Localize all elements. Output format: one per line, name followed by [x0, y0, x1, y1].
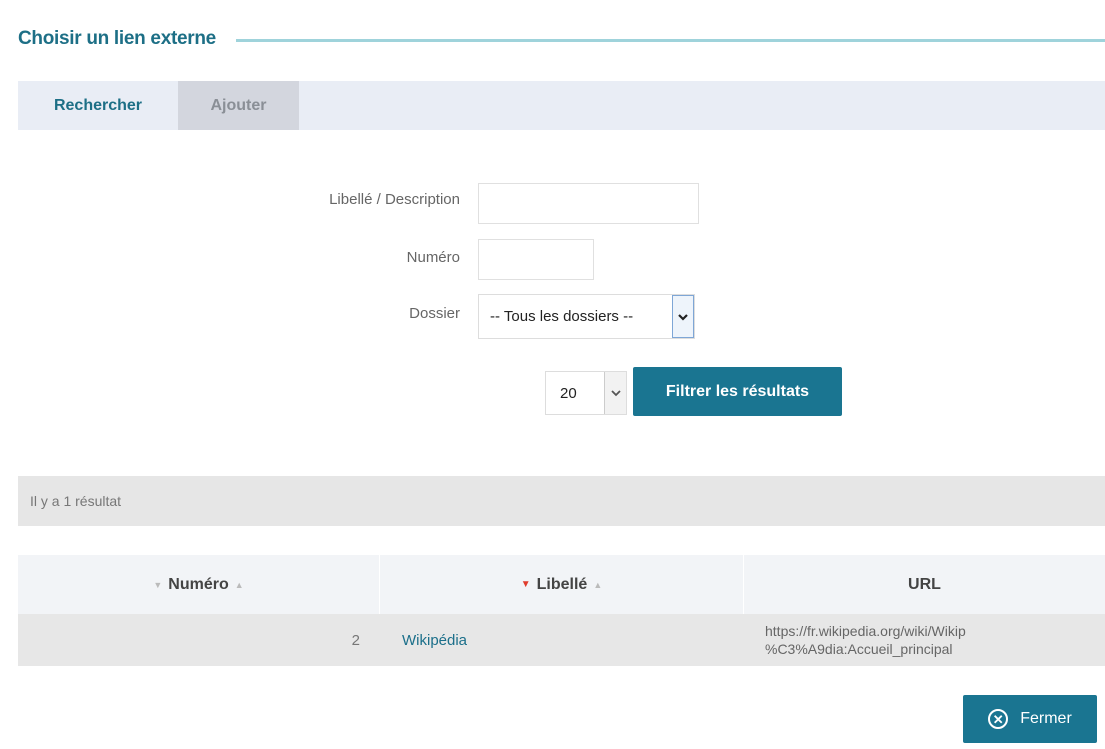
column-label: Numéro: [168, 575, 229, 593]
page-size-value: 20: [560, 384, 577, 402]
number-label: Numéro: [406, 249, 460, 266]
close-button-label: Fermer: [1020, 710, 1072, 727]
folder-label: Dossier: [409, 305, 460, 322]
page-title: Choisir un lien externe: [18, 28, 216, 49]
result-count: Il y a 1 résultat: [30, 493, 122, 509]
results-table: ▼ Numéro ▲ ▼ Libellé ▲ URL 2 Wikipédia h…: [18, 555, 1105, 666]
tab-rechercher[interactable]: Rechercher: [18, 81, 178, 130]
dialog-header: Choisir un lien externe: [18, 24, 1105, 54]
column-header-numero[interactable]: ▼ Numéro ▲: [18, 555, 380, 614]
chevron-down-icon: [604, 372, 626, 414]
description-label: Libellé / Description: [329, 191, 460, 208]
result-count-bar: Il y a 1 résultat: [18, 476, 1105, 526]
close-icon: ✕: [988, 709, 1009, 729]
sort-down-icon: ▼: [153, 579, 163, 590]
column-label: Libellé: [536, 575, 588, 593]
number-input[interactable]: [478, 239, 594, 280]
table-header: ▼ Numéro ▲ ▼ Libellé ▲ URL: [18, 555, 1105, 614]
folder-select[interactable]: -- Tous les dossiers --: [478, 294, 695, 339]
folder-select-value: -- Tous les dossiers --: [490, 308, 634, 325]
sort-up-icon: ▲: [234, 579, 244, 590]
tab-ajouter[interactable]: Ajouter: [178, 81, 299, 130]
tab-bar: Rechercher Ajouter: [18, 81, 1105, 130]
column-header-libelle[interactable]: ▼ Libellé ▲: [380, 555, 744, 614]
url-line: %C3%A9dia:Accueil_principal: [765, 641, 953, 657]
filter-button[interactable]: Filtrer les résultats: [633, 367, 842, 416]
column-label: URL: [908, 575, 941, 593]
sort-up-icon: ▲: [593, 579, 603, 590]
description-input[interactable]: [478, 183, 699, 224]
column-header-url: URL: [744, 555, 1105, 614]
sort-down-icon: ▼: [520, 579, 531, 590]
table-row[interactable]: 2 Wikipédia https://fr.wikipedia.org/wik…: [18, 614, 1105, 666]
title-divider: [235, 38, 1105, 42]
cell-numero: 2: [351, 631, 360, 649]
cell-url: https://fr.wikipedia.org/wiki/Wikip %C3%…: [744, 614, 1105, 666]
cell-libelle-link[interactable]: Wikipédia: [380, 614, 744, 666]
chevron-down-icon: [672, 295, 694, 338]
page-size-select[interactable]: 20: [545, 371, 627, 415]
close-button[interactable]: ✕ Fermer: [963, 695, 1097, 743]
url-line: https://fr.wikipedia.org/wiki/Wikip: [765, 623, 966, 639]
